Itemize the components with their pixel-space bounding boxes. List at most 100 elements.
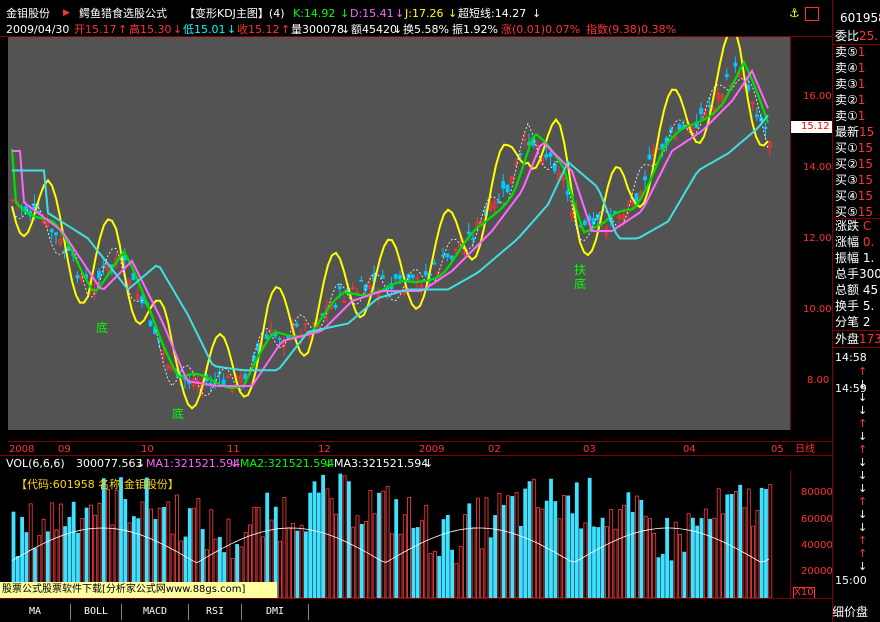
sell-price: 1: [857, 93, 866, 107]
tab-dmi[interactable]: DMI: [242, 604, 309, 620]
volume-bar: [312, 481, 317, 598]
detail-label[interactable]: 细价盘: [832, 604, 868, 620]
candle-body: [449, 255, 454, 259]
volume-bar: [759, 487, 764, 598]
volume-bar: [325, 488, 330, 598]
tab-boll[interactable]: BOLL: [71, 604, 122, 620]
buy-price: 15: [857, 189, 874, 203]
down-arrow-icon: ↓: [858, 469, 868, 482]
volume-bar: [764, 488, 768, 598]
volume-bar: [299, 524, 304, 598]
stat-value: 45: [862, 283, 879, 297]
volume-bar: [609, 509, 614, 598]
lock-anchor-icon[interactable]: ⚓: [789, 6, 800, 20]
down-arrow-icon: ↓: [227, 23, 237, 36]
volume-bar: [536, 507, 540, 598]
down-arrow-icon: ↓: [532, 7, 542, 20]
divider: [0, 455, 832, 456]
volume-bar: [381, 490, 386, 598]
sell-row: 卖⑤1: [835, 44, 874, 60]
sell-label: 卖①: [835, 109, 858, 123]
volume-bar: [467, 503, 472, 598]
formula-title[interactable]: 鳄鱼猎食选股公式: [79, 7, 167, 20]
volume-bar: [734, 491, 738, 598]
volume-bar: [407, 496, 412, 598]
volume-chart[interactable]: 【代码:601958 名称:金钼股份】: [8, 470, 790, 598]
candle-body: [423, 271, 428, 276]
candle-body: [583, 220, 587, 225]
volume-bar: [523, 488, 528, 598]
promo-banner[interactable]: 股票公式股票软件下载[分析家公式网www.88gs.com]: [0, 582, 277, 598]
buy-row: 买④15: [835, 188, 874, 204]
stat-label: 总手: [835, 267, 860, 281]
volume-bar: [458, 546, 463, 598]
buy-price: 15: [857, 157, 874, 171]
buy-row: 买①15: [835, 140, 874, 156]
volume-bar: [377, 492, 381, 598]
down-arrow-icon: ↓: [858, 378, 868, 391]
buy-price: 15: [857, 205, 874, 219]
volume-bar: [557, 518, 562, 598]
candle-body: [466, 231, 471, 235]
volume-bar: [553, 501, 558, 598]
volume-bar: [665, 517, 669, 598]
tab-macd[interactable]: MACD: [122, 604, 189, 620]
candle-body: [333, 304, 338, 308]
volume-bar: [518, 525, 523, 598]
play-icon[interactable]: ▶: [63, 7, 70, 20]
volume-value: 300077.563: [76, 457, 143, 470]
quote-date: 2009/04/30: [6, 23, 70, 36]
volume-bar: [402, 514, 407, 598]
candle-body: [49, 229, 54, 233]
volume-bar: [385, 486, 390, 598]
tab-ma[interactable]: MA: [0, 604, 71, 620]
up-arrow-icon: ↑: [118, 23, 128, 36]
volume-bar: [321, 474, 326, 598]
sell-row: 卖②1: [835, 92, 874, 108]
candle-body: [763, 126, 768, 130]
window-restore-icon[interactable]: [805, 7, 819, 21]
stat-row: 换手 5.: [835, 298, 880, 314]
stat-row: 总手300: [835, 266, 880, 282]
candle-body: [221, 379, 226, 386]
volume-bar: [394, 499, 399, 598]
candle-body: [97, 270, 101, 279]
candle-body: [724, 74, 729, 78]
outer-row: 外盘173: [835, 331, 880, 347]
volume-bar: [738, 484, 743, 598]
candle-body: [187, 382, 192, 384]
price-chart[interactable]: 底 底 扶 底: [8, 37, 790, 430]
quote-low: 低15.01: [183, 23, 226, 36]
green-line: [10, 59, 770, 390]
volume-bar: [488, 537, 493, 598]
volume-bar: [445, 514, 450, 598]
volume-bar: [437, 556, 442, 598]
volume-bar: [652, 532, 657, 598]
volume-bar: [695, 525, 700, 598]
down-arrow-icon: ↓: [341, 23, 351, 36]
volume-bar: [746, 488, 751, 598]
stat-label: 总额: [835, 283, 860, 297]
volume-bar: [712, 517, 717, 598]
volume-bar: [355, 515, 360, 598]
volume-bar: [673, 521, 678, 598]
candle-body: [140, 296, 144, 304]
bottom-mark-label: 底: [574, 277, 587, 291]
white-dash-line: [11, 78, 769, 396]
current-price-value: 15.12: [801, 121, 830, 132]
tab-rsi[interactable]: RSI: [189, 604, 242, 620]
tick-time: 15:00: [835, 574, 867, 587]
tick-time: 14:58: [835, 351, 867, 364]
buy-price: 15: [857, 141, 874, 155]
up-arrow-icon: ↑: [858, 365, 868, 378]
volume-bar: [424, 504, 429, 598]
stat-value: C: [862, 219, 872, 233]
volume-tick: 40000: [801, 540, 833, 551]
stat-row: 分笔 2: [835, 314, 880, 330]
down-arrow-icon: ↓: [858, 391, 868, 404]
volume-tick: 20000: [801, 566, 833, 577]
quote-amplitude: 振1.92%: [452, 23, 498, 36]
candle-body: [565, 190, 570, 195]
volume-bar: [338, 473, 343, 598]
price-tick: 10.00: [803, 304, 832, 315]
